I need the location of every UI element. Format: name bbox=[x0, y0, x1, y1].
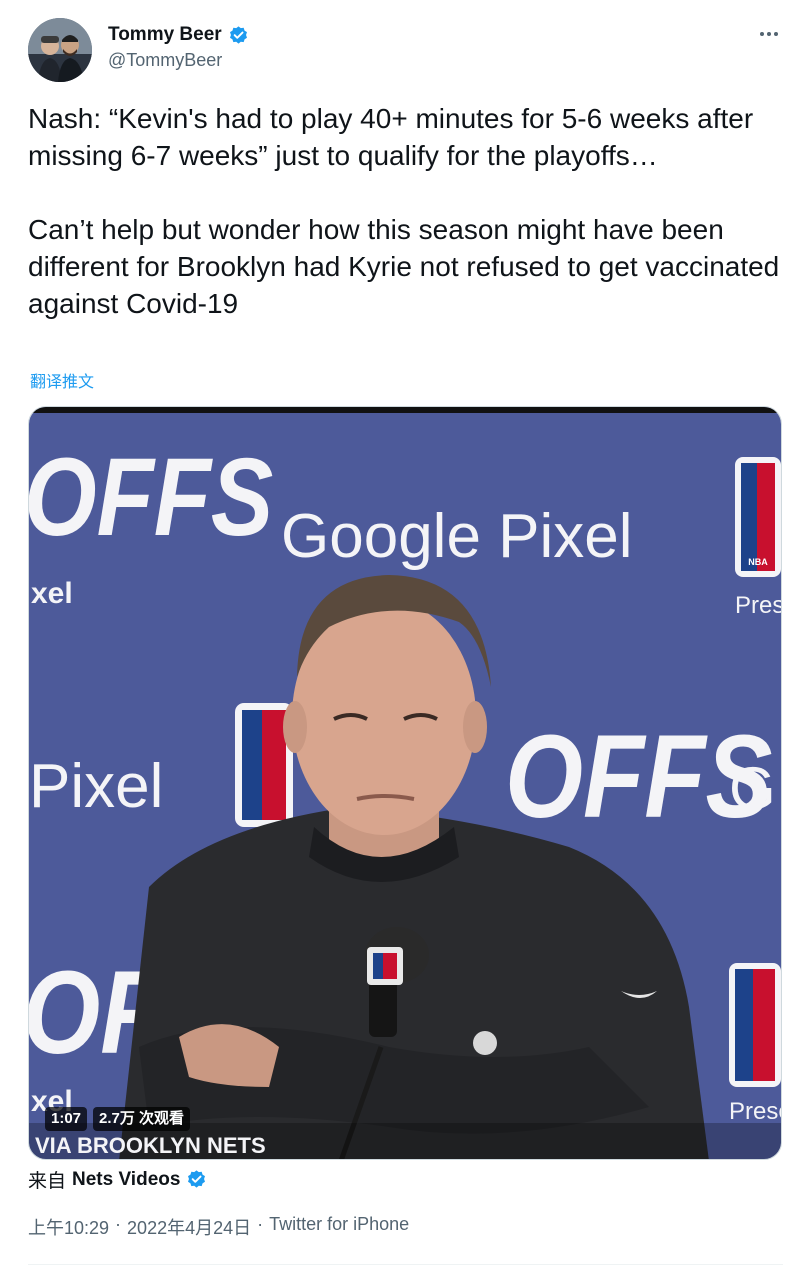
tweet-client-link[interactable]: Twitter for iPhone bbox=[269, 1214, 409, 1240]
tweet-time[interactable]: 上午10:29 bbox=[28, 1214, 109, 1240]
tweet-paragraph: Can’t help but wonder how this season mi… bbox=[28, 214, 780, 319]
backdrop-brand-text: Google Pixel bbox=[281, 502, 633, 571]
nba-logo-icon bbox=[729, 963, 781, 1087]
meta-separator: · bbox=[115, 1214, 122, 1234]
avatar[interactable] bbox=[28, 18, 92, 82]
avatar-image bbox=[28, 18, 92, 82]
nba-logo-label: NBA bbox=[748, 557, 768, 567]
tweet: Tommy Beer @TommyBeer Nash: “Kevin's had… bbox=[0, 0, 811, 1272]
more-horizontal-icon[interactable] bbox=[755, 22, 783, 46]
video-duration-badge: 1:07 bbox=[45, 1107, 88, 1131]
tweet-date[interactable]: 2022年4月24日 bbox=[127, 1214, 251, 1240]
handle[interactable]: @TommyBeer bbox=[108, 50, 222, 71]
source-account-link[interactable]: Nets Videos bbox=[72, 1169, 180, 1191]
video-player[interactable]: OFFS xel Google Pixel NBA Presen Pixel O… bbox=[28, 406, 782, 1160]
tweet-paragraph: Nash: “Kevin's had to play 40+ minutes f… bbox=[28, 103, 754, 171]
nba-logo-icon: NBA bbox=[735, 457, 781, 577]
translate-tweet-link[interactable]: 翻译推文 bbox=[30, 368, 94, 392]
meta-separator: · bbox=[257, 1214, 264, 1234]
backdrop-offs-text: OFFS bbox=[29, 436, 273, 559]
backdrop-pixel-text: Pixel bbox=[29, 752, 163, 821]
source-prefix: 来自 bbox=[28, 1171, 67, 1192]
tweet-meta: 上午10:29 · 2022年4月24日 · Twitter for iPhon… bbox=[28, 1214, 409, 1240]
verified-badge-icon bbox=[188, 1170, 206, 1188]
video-caption: VIA BROOKLYN NETS bbox=[35, 1133, 266, 1158]
video-source: 来自 Nets Videos bbox=[28, 1166, 207, 1193]
paragraph-spacer bbox=[28, 174, 788, 211]
backdrop-presented-text: Presen bbox=[735, 592, 782, 619]
video-badges: 1:07 2.7万 次观看 bbox=[45, 1107, 191, 1131]
backdrop-presented-text: Presen bbox=[729, 1098, 782, 1125]
tweet-text: Nash: “Kevin's had to play 40+ minutes f… bbox=[28, 100, 788, 322]
video-views-badge: 2.7万 次观看 bbox=[93, 1107, 191, 1131]
author-name-row[interactable]: Tommy Beer bbox=[108, 24, 249, 46]
verified-badge-icon bbox=[229, 25, 247, 44]
backdrop-xel-text: xel bbox=[31, 577, 73, 610]
divider bbox=[28, 1264, 783, 1265]
backdrop-g-text: G bbox=[729, 755, 776, 822]
video-frame: OFFS xel Google Pixel NBA Presen Pixel O… bbox=[29, 407, 782, 1159]
display-name[interactable]: Tommy Beer bbox=[108, 24, 222, 46]
